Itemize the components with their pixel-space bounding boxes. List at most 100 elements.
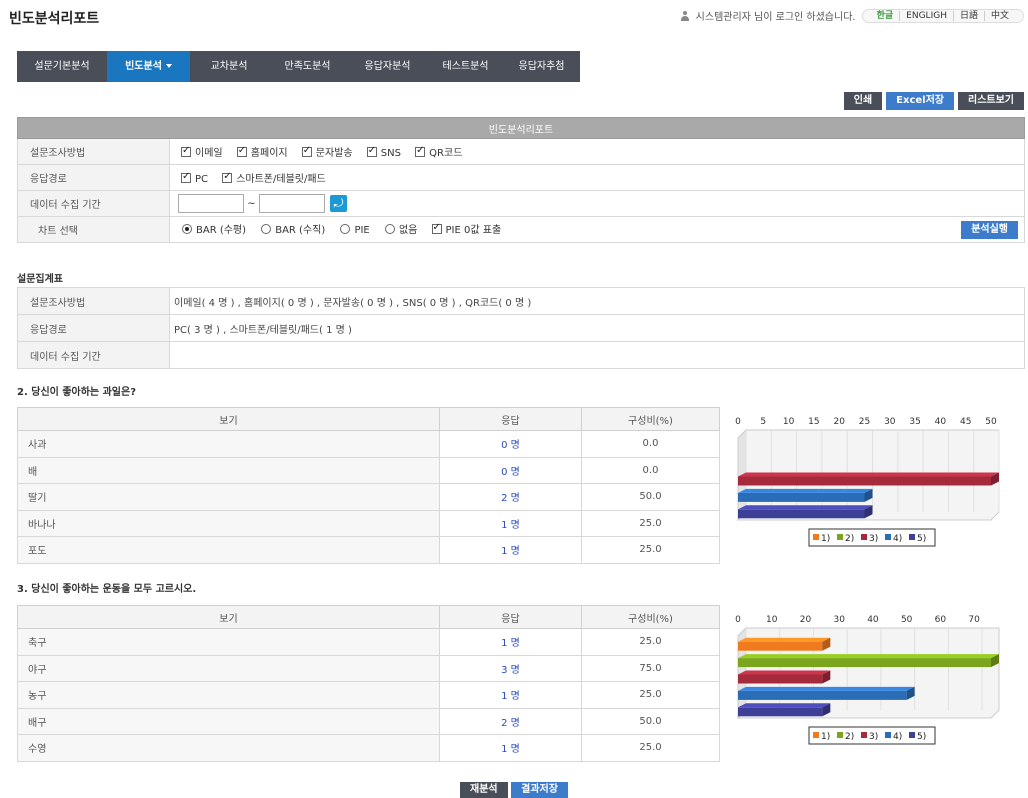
nav-frequency-analysis[interactable]: 빈도분석 bbox=[107, 51, 190, 82]
tick-label: 30 bbox=[884, 417, 896, 427]
bar bbox=[738, 674, 823, 684]
table-row: 축구 1 명 25.0 bbox=[17, 628, 720, 656]
chart-legend: 1) 2) 3) 4) 5) bbox=[808, 726, 936, 745]
bar bbox=[738, 707, 823, 717]
route-mobile-checkbox[interactable] bbox=[222, 171, 233, 183]
route-pc-checkbox[interactable] bbox=[181, 171, 191, 183]
tick-label: 0 bbox=[735, 417, 741, 427]
response-link[interactable]: 2 명 bbox=[439, 707, 582, 735]
tick-label: 45 bbox=[960, 417, 971, 427]
tick-label: 0 bbox=[735, 615, 741, 625]
legend-label: 2) bbox=[845, 732, 854, 742]
summary-period-value bbox=[169, 341, 1025, 369]
main-nav: 설문기본분석 빈도분석 교차분석 만족도분석 응답자분석 테스트분석 응답자추첨 bbox=[17, 51, 580, 82]
method-sns-checkbox[interactable] bbox=[366, 145, 377, 157]
fruit-bar-chart: 0 5 10 15 20 25 30 35 40 45 50 1) 2) 3) 4) 5) bbox=[735, 417, 1000, 547]
question-table: 보기 응답 구성비(%) 축구 1 명 25.0 야구 3 명 75.0 농구 1 명 25… bbox=[17, 605, 720, 762]
summary-period-label: 데이터 수집 기간 bbox=[17, 341, 170, 369]
bar bbox=[738, 658, 991, 668]
response-link[interactable]: 1 명 bbox=[439, 536, 582, 564]
nav-satisfaction-analysis[interactable]: 만족도분석 bbox=[268, 51, 347, 82]
run-analysis-button[interactable]: 분석실행 bbox=[961, 220, 1018, 239]
method-qr-checkbox[interactable] bbox=[415, 145, 426, 157]
method-label: 설문조사방법 bbox=[17, 138, 170, 165]
period-from-input[interactable] bbox=[178, 194, 244, 213]
chart-none-radio[interactable] bbox=[384, 223, 395, 234]
summary-route-label: 응답경로 bbox=[17, 314, 170, 342]
table-row: 사과 0 명 0.0 bbox=[17, 430, 720, 458]
bar-top bbox=[738, 505, 873, 510]
response-link[interactable]: 1 명 bbox=[439, 509, 582, 537]
nav-respondent-analysis[interactable]: 응답자분석 bbox=[347, 51, 428, 82]
table-row: 농구 1 명 25.0 bbox=[17, 681, 720, 709]
refresh-icon[interactable]: ⤾ bbox=[329, 195, 347, 212]
chart-bar-horizontal-radio[interactable] bbox=[182, 223, 192, 234]
print-button[interactable]: 인쇄 bbox=[843, 92, 883, 110]
period-label: 데이터 수집 기간 bbox=[17, 190, 170, 217]
response-link[interactable]: 1 명 bbox=[439, 628, 582, 656]
legend-swatch bbox=[909, 534, 915, 540]
response-link[interactable]: 1 명 bbox=[439, 681, 582, 709]
response-link[interactable]: 0 명 bbox=[439, 456, 582, 484]
question-table: 보기 응답 구성비(%) 사과 0 명 0.0 배0 명 0.0 딸기 2 명 50.0 … bbox=[17, 407, 720, 564]
list-view-button[interactable]: 리스트보기 bbox=[958, 92, 1024, 110]
method-homepage-checkbox[interactable] bbox=[236, 145, 247, 157]
col-ratio: 구성비(%) bbox=[581, 407, 720, 431]
excel-save-button[interactable]: Excel저장 bbox=[886, 92, 954, 110]
bar-top bbox=[738, 637, 831, 642]
table-row: 바나나 1 명 25.0 bbox=[17, 509, 720, 537]
legend-swatch bbox=[837, 732, 843, 738]
tick-label: 60 bbox=[935, 615, 947, 625]
bar bbox=[738, 509, 865, 519]
legend-swatch bbox=[909, 732, 915, 738]
bar-top bbox=[738, 472, 999, 477]
chart-pie-radio[interactable] bbox=[340, 223, 351, 234]
bar bbox=[738, 476, 991, 486]
lang-english[interactable]: ENGLIGH bbox=[899, 10, 953, 21]
tick-label: 20 bbox=[800, 615, 812, 625]
method-sms-checkbox[interactable] bbox=[301, 145, 312, 157]
tick-label: 30 bbox=[833, 615, 845, 625]
tick-label: 25 bbox=[859, 417, 870, 427]
filter-table: 빈도분석리포트 설문조사방법 이메일 홈페이지 문자발송 SNS QR코드 응답… bbox=[17, 117, 1025, 243]
tick-label: 10 bbox=[766, 615, 778, 625]
question-title: 2. 당신이 좋아하는 과일은? bbox=[17, 387, 137, 398]
tick-label: 70 bbox=[968, 615, 980, 625]
tick-label: 35 bbox=[909, 417, 920, 427]
action-buttons: 인쇄 Excel저장 리스트보기 bbox=[843, 92, 1024, 110]
legend-swatch bbox=[885, 732, 891, 738]
legend-swatch bbox=[861, 534, 867, 540]
period-to-input[interactable] bbox=[258, 194, 325, 213]
response-link[interactable]: 2 명 bbox=[439, 483, 582, 511]
method-email-checkbox[interactable] bbox=[181, 145, 191, 157]
top-status-bar: 시스템관리자 님이 로그인 하셨습니다. 한글 ENGLIGH 日語 中文 bbox=[680, 8, 1024, 23]
table-row: 야구 3 명 75.0 bbox=[17, 654, 720, 682]
legend-label: 2) bbox=[845, 534, 854, 544]
lang-chinese[interactable]: 中文 bbox=[983, 10, 1015, 21]
response-link[interactable]: 0 명 bbox=[439, 430, 582, 458]
table-row: 배구 2 명 50.0 bbox=[17, 707, 720, 735]
nav-test-analysis[interactable]: 테스트분석 bbox=[428, 51, 503, 82]
legend-swatch bbox=[813, 534, 819, 540]
nav-cross-analysis[interactable]: 교차분석 bbox=[190, 51, 268, 82]
lang-korean[interactable]: 한글 bbox=[871, 11, 900, 21]
route-options: PC 스마트폰/테블릿/패드 bbox=[169, 164, 1025, 191]
nav-respondent-draw[interactable]: 응답자추첨 bbox=[503, 51, 580, 82]
summary-route-value: PC( 3 명 ) , 스마트폰/테블릿/패드( 1 명 ) bbox=[169, 314, 1025, 342]
save-result-button[interactable]: 결과저장 bbox=[511, 782, 568, 798]
bar-top bbox=[738, 488, 873, 493]
reanalyze-button[interactable]: 재분석 bbox=[460, 782, 508, 798]
response-link[interactable]: 3 명 bbox=[439, 654, 582, 682]
period-inputs: ~ ⤾ bbox=[169, 190, 1025, 217]
pie-zero-checkbox[interactable] bbox=[431, 222, 442, 234]
lang-japanese[interactable]: 日語 bbox=[952, 10, 984, 21]
legend-label: 4) bbox=[893, 534, 902, 544]
chart-bar-vertical-radio[interactable] bbox=[261, 223, 272, 234]
legend-label: 1) bbox=[821, 534, 830, 544]
col-ratio: 구성비(%) bbox=[581, 605, 720, 629]
legend-swatch bbox=[885, 534, 891, 540]
legend-label: 5) bbox=[917, 534, 926, 544]
nav-basic-analysis[interactable]: 설문기본분석 bbox=[17, 51, 107, 82]
chart-options: BAR (수평) BAR (수직) PIE 없음 PIE 0값 표출 분석실행 bbox=[169, 216, 1025, 243]
response-link[interactable]: 1 명 bbox=[439, 734, 582, 762]
